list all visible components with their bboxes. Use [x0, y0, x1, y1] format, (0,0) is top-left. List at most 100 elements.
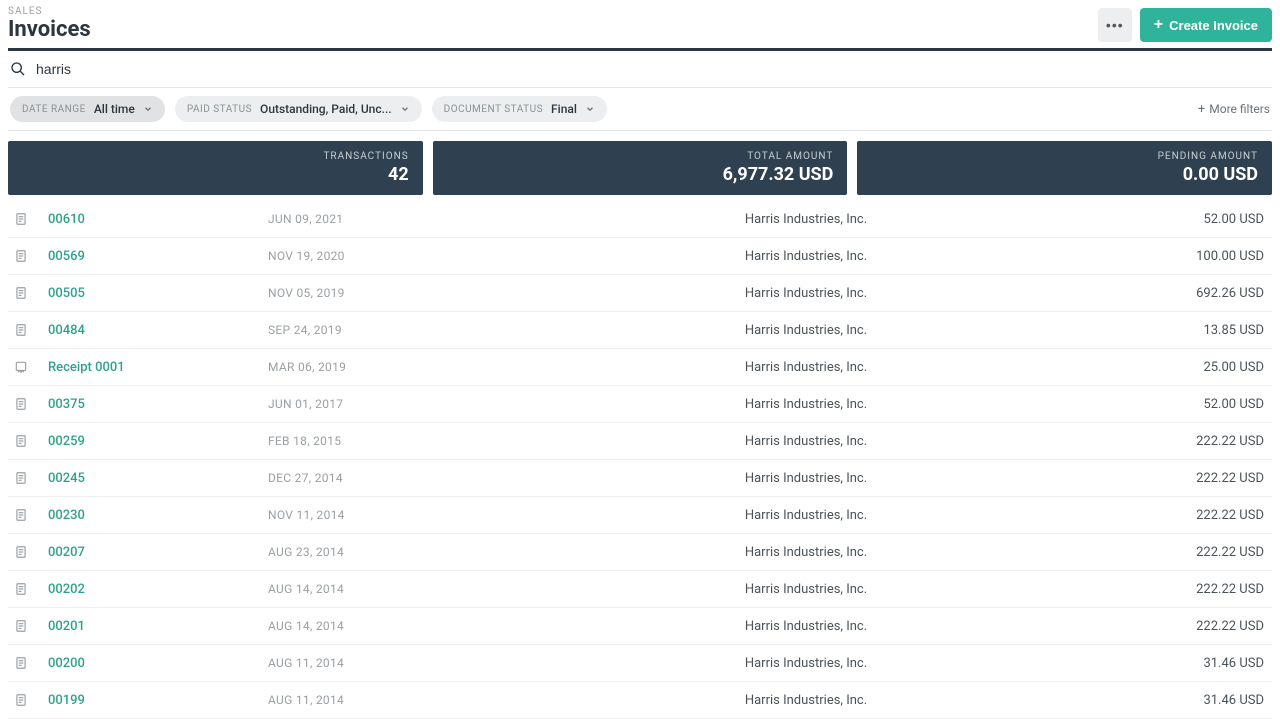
invoice-id-link[interactable]: Receipt 0001 — [48, 360, 268, 375]
table-row[interactable]: 00569NOV 19, 2020Harris Industries, Inc.… — [8, 238, 1272, 275]
summary-total-amount-value: 6,977.32 USD — [447, 164, 834, 185]
table-row[interactable]: 00230NOV 11, 2014Harris Industries, Inc.… — [8, 497, 1272, 534]
document-icon — [14, 322, 48, 338]
summary-total-amount: TOTAL AMOUNT 6,977.32 USD — [433, 141, 848, 195]
invoice-table: 00610JUN 09, 2021Harris Industries, Inc.… — [8, 201, 1272, 719]
invoice-date: AUG 14, 2014 — [268, 619, 508, 633]
invoice-company: Harris Industries, Inc. — [508, 360, 1104, 375]
invoice-company: Harris Industries, Inc. — [508, 434, 1104, 449]
table-row[interactable]: 00202AUG 14, 2014Harris Industries, Inc.… — [8, 571, 1272, 608]
table-row[interactable]: 00201AUG 14, 2014Harris Industries, Inc.… — [8, 608, 1272, 645]
page-title: Invoices — [8, 17, 91, 42]
filter-paid-status-label: PAID STATUS — [187, 104, 252, 115]
invoice-date: AUG 14, 2014 — [268, 582, 508, 596]
invoice-id-link[interactable]: 00259 — [48, 434, 268, 449]
invoice-id-link[interactable]: 00207 — [48, 545, 268, 560]
document-icon — [14, 692, 48, 708]
search-icon — [10, 61, 26, 77]
invoice-company: Harris Industries, Inc. — [508, 656, 1104, 671]
invoice-date: SEP 24, 2019 — [268, 323, 508, 337]
invoice-amount: 222.22 USD — [1104, 582, 1264, 597]
invoice-id-link[interactable]: 00245 — [48, 471, 268, 486]
chevron-down-icon — [400, 104, 410, 114]
invoice-amount: 25.00 USD — [1104, 360, 1264, 375]
summary-transactions-label: TRANSACTIONS — [22, 151, 409, 162]
invoice-amount: 13.85 USD — [1104, 323, 1264, 338]
invoice-company: Harris Industries, Inc. — [508, 323, 1104, 338]
invoice-amount: 31.46 USD — [1104, 693, 1264, 708]
invoice-amount: 100.00 USD — [1104, 249, 1264, 264]
table-row[interactable]: 00505NOV 05, 2019Harris Industries, Inc.… — [8, 275, 1272, 312]
invoice-id-link[interactable]: 00201 — [48, 619, 268, 634]
chevron-down-icon — [585, 104, 595, 114]
summary-transactions-value: 42 — [22, 164, 409, 185]
document-icon — [14, 248, 48, 264]
invoice-company: Harris Industries, Inc. — [508, 619, 1104, 634]
table-row[interactable]: 00200AUG 11, 2014Harris Industries, Inc.… — [8, 645, 1272, 682]
filter-document-status-label: DOCUMENT STATUS — [444, 104, 543, 115]
invoice-date: AUG 11, 2014 — [268, 693, 508, 707]
page-header: SALES Invoices ••• + Create Invoice — [8, 6, 1272, 51]
document-icon — [14, 507, 48, 523]
table-row[interactable]: 00199AUG 11, 2014Harris Industries, Inc.… — [8, 682, 1272, 719]
summary-transactions: TRANSACTIONS 42 — [8, 141, 423, 195]
invoice-amount: 31.46 USD — [1104, 656, 1264, 671]
invoice-company: Harris Industries, Inc. — [508, 508, 1104, 523]
plus-icon: + — [1198, 102, 1205, 117]
filter-document-status-value: Final — [551, 102, 577, 116]
invoice-amount: 222.22 USD — [1104, 508, 1264, 523]
invoice-amount: 52.00 USD — [1104, 397, 1264, 412]
invoice-amount: 222.22 USD — [1104, 434, 1264, 449]
invoice-id-link[interactable]: 00200 — [48, 656, 268, 671]
invoice-date: MAR 06, 2019 — [268, 360, 508, 374]
search-input[interactable] — [36, 61, 1270, 77]
more-filters-button[interactable]: + More filters — [1198, 102, 1270, 117]
table-row[interactable]: 00484SEP 24, 2019Harris Industries, Inc.… — [8, 312, 1272, 349]
invoice-id-link[interactable]: 00230 — [48, 508, 268, 523]
create-invoice-label: Create Invoice — [1169, 18, 1258, 33]
receipt-icon — [14, 359, 48, 375]
invoice-id-link[interactable]: 00199 — [48, 693, 268, 708]
invoice-date: JUN 09, 2021 — [268, 212, 508, 226]
invoice-id-link[interactable]: 00202 — [48, 582, 268, 597]
table-row[interactable]: 00207AUG 23, 2014Harris Industries, Inc.… — [8, 534, 1272, 571]
filter-document-status[interactable]: DOCUMENT STATUS Final — [432, 96, 607, 122]
summary-pending-amount-value: 0.00 USD — [871, 164, 1258, 185]
filter-date-range[interactable]: DATE RANGE All time — [10, 96, 165, 122]
invoice-amount: 52.00 USD — [1104, 212, 1264, 227]
document-icon — [14, 470, 48, 486]
invoice-company: Harris Industries, Inc. — [508, 286, 1104, 301]
table-row[interactable]: 00375JUN 01, 2017Harris Industries, Inc.… — [8, 386, 1272, 423]
document-icon — [14, 285, 48, 301]
invoice-company: Harris Industries, Inc. — [508, 212, 1104, 227]
invoice-company: Harris Industries, Inc. — [508, 471, 1104, 486]
invoice-date: DEC 27, 2014 — [268, 471, 508, 485]
document-icon — [14, 581, 48, 597]
invoice-company: Harris Industries, Inc. — [508, 397, 1104, 412]
summary-pending-amount-label: PENDING AMOUNT — [871, 151, 1258, 162]
invoice-date: NOV 11, 2014 — [268, 508, 508, 522]
invoice-id-link[interactable]: 00484 — [48, 323, 268, 338]
table-row[interactable]: 00245DEC 27, 2014Harris Industries, Inc.… — [8, 460, 1272, 497]
invoice-date: AUG 23, 2014 — [268, 545, 508, 559]
chevron-down-icon — [143, 104, 153, 114]
document-icon — [14, 655, 48, 671]
table-row[interactable]: 00259FEB 18, 2015Harris Industries, Inc.… — [8, 423, 1272, 460]
more-actions-button[interactable]: ••• — [1098, 8, 1132, 42]
ellipsis-icon: ••• — [1106, 17, 1124, 33]
create-invoice-button[interactable]: + Create Invoice — [1140, 8, 1272, 42]
filters-row: DATE RANGE All time PAID STATUS Outstand… — [8, 88, 1272, 131]
invoice-id-link[interactable]: 00375 — [48, 397, 268, 412]
table-row[interactable]: Receipt 0001MAR 06, 2019Harris Industrie… — [8, 349, 1272, 386]
document-icon — [14, 211, 48, 227]
filter-date-range-value: All time — [94, 102, 135, 116]
plus-icon: + — [1154, 17, 1163, 33]
filter-paid-status[interactable]: PAID STATUS Outstanding, Paid, Unc... — [175, 96, 422, 122]
invoice-id-link[interactable]: 00610 — [48, 212, 268, 227]
invoice-id-link[interactable]: 00505 — [48, 286, 268, 301]
summary-pending-amount: PENDING AMOUNT 0.00 USD — [857, 141, 1272, 195]
document-icon — [14, 544, 48, 560]
invoice-id-link[interactable]: 00569 — [48, 249, 268, 264]
summary-row: TRANSACTIONS 42 TOTAL AMOUNT 6,977.32 US… — [8, 141, 1272, 195]
table-row[interactable]: 00610JUN 09, 2021Harris Industries, Inc.… — [8, 201, 1272, 238]
